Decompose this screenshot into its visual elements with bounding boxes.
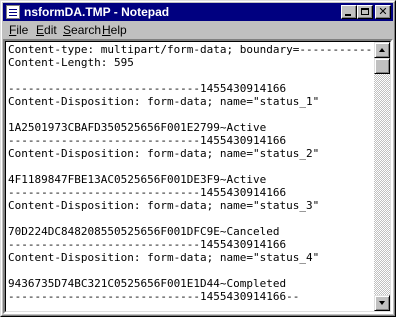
document-line: -----------------------------14554309141… [8,290,300,303]
menu-help[interactable]: Help [99,22,130,38]
menu-edit-mnemonic: E [36,23,45,37]
scroll-down-button[interactable] [374,295,390,311]
document-line: -----------------------------14554309141… [8,238,287,251]
menu-search-mnemonic: S [63,23,72,37]
window-title: nsformDA.TMP - Notepad [24,5,170,19]
text-editor-surface[interactable]: Content-type: multipart/form-data; bound… [5,41,391,312]
document-text[interactable]: Content-type: multipart/form-data; bound… [8,43,374,311]
menu-file[interactable]: File [6,22,31,38]
arrow-up-icon [379,48,385,52]
notepad-icon[interactable] [6,5,20,19]
maximize-icon [361,8,369,15]
document-line [8,69,374,82]
document-line [8,108,374,121]
menu-help-label: elp [110,23,127,37]
document-line: -----------------------------14554309141… [8,82,287,95]
document-line: Content-type: multipart/form-data; bound… [8,43,374,56]
vertical-scrollbar[interactable] [374,42,390,311]
notepad-window: nsformDA.TMP - Notepad ✕ File Edit Searc… [0,0,396,317]
scroll-thumb[interactable] [374,58,390,74]
document-line: 70D224DC848208550525656F001DFC9E~Cancele… [8,225,280,238]
text-editor[interactable]: Content-type: multipart/form-data; bound… [3,39,393,314]
menu-edit[interactable]: Edit [33,22,60,38]
close-icon: ✕ [378,5,388,18]
document-line [8,160,374,173]
arrow-down-icon [379,301,385,305]
menu-search-label: earch [71,23,102,37]
menu-file-label: ile [16,23,29,37]
close-button[interactable]: ✕ [375,5,391,19]
document-line: Content-Length: 595 [8,56,134,69]
title-bar[interactable]: nsformDA.TMP - Notepad ✕ [3,3,393,21]
document-line: Content-Disposition: form-data; name="st… [8,95,320,108]
menu-help-mnemonic: H [102,23,111,37]
menu-search[interactable]: Search [60,22,104,38]
document-line: Content-Disposition: form-data; name="st… [8,147,320,160]
minimize-icon [345,14,351,16]
document-line: Content-Disposition: form-data; name="st… [8,199,320,212]
document-line: -----------------------------14554309141… [8,134,287,147]
document-line: 1A2501973CBAFD350525656F001E2799~Active [8,121,267,134]
menu-edit-label: dit [44,23,57,37]
maximize-button[interactable] [357,5,373,19]
document-line: 4F1189847FBE13AC0525656F001DE3F9~Active [8,173,267,186]
menu-bar: File Edit Search Help [3,21,393,39]
document-line: -----------------------------14554309141… [8,186,287,199]
document-line [8,264,374,277]
minimize-button[interactable] [341,5,357,19]
document-line [8,212,374,225]
document-line: 9436735D74BC321C0525656F001E1D44~Complet… [8,277,287,290]
document-line: Content-Disposition: form-data; name="st… [8,251,320,264]
scroll-up-button[interactable] [374,42,390,58]
